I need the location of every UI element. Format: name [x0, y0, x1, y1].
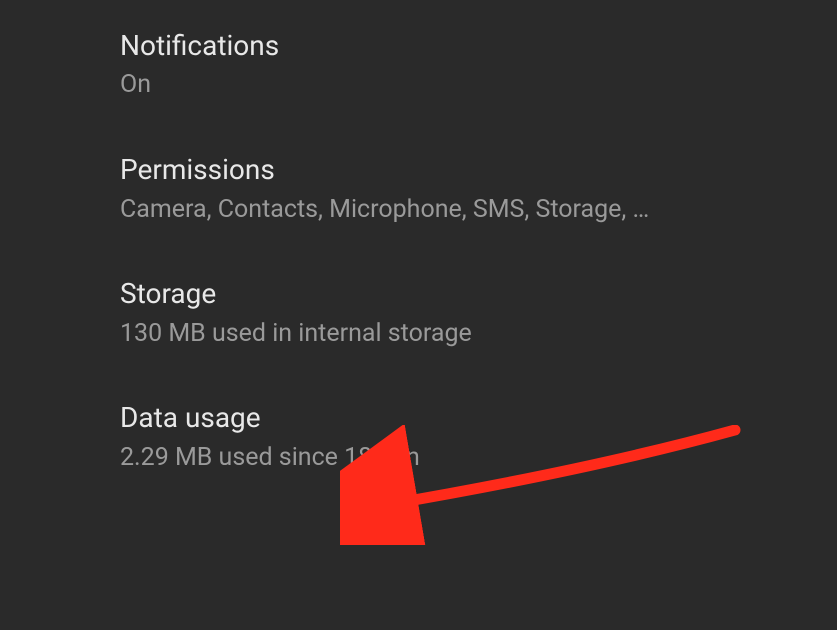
- data-usage-subtitle: 2.29 MB used since 18 Jun: [120, 441, 817, 475]
- storage-title: Storage: [120, 276, 817, 312]
- storage-item[interactable]: Storage 130 MB used in internal storage: [120, 264, 817, 388]
- permissions-item[interactable]: Permissions Camera, Contacts, Microphone…: [120, 140, 817, 264]
- data-usage-item[interactable]: Data usage 2.29 MB used since 18 Jun: [120, 388, 817, 512]
- notifications-subtitle: On: [120, 68, 817, 102]
- notifications-title: Notifications: [120, 28, 817, 64]
- data-usage-title: Data usage: [120, 400, 817, 436]
- permissions-title: Permissions: [120, 152, 817, 188]
- notifications-item[interactable]: Notifications On: [120, 16, 817, 140]
- permissions-subtitle: Camera, Contacts, Microphone, SMS, Stora…: [120, 193, 817, 227]
- app-info-settings-list: Notifications On Permissions Camera, Con…: [0, 0, 837, 513]
- storage-subtitle: 130 MB used in internal storage: [120, 317, 817, 351]
